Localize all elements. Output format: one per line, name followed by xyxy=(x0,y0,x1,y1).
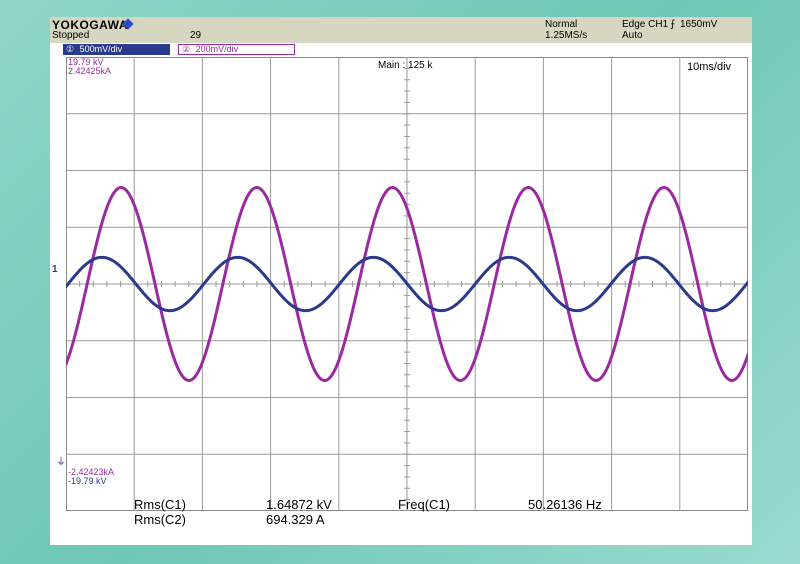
ch2-bottom-limit: -19.79 kV xyxy=(68,476,107,486)
ch1-scale: 500mV/div xyxy=(79,44,123,54)
status-bar: YOKOGAWA Stopped 29 Normal 1.25MS/s Edge… xyxy=(50,17,752,43)
waveform-area xyxy=(66,57,748,511)
ground-marker-small-icon: ⏚ xyxy=(56,457,66,468)
meas-freq-c1-label: Freq(C1) xyxy=(398,497,451,512)
oscilloscope-screen: YOKOGAWA Stopped 29 Normal 1.25MS/s Edge… xyxy=(50,17,752,545)
acquisition-state: Stopped xyxy=(52,30,90,41)
ch2-settings[interactable]: ② 200mV/div xyxy=(178,44,295,55)
meas-rms-c2-label: Rms(C2) xyxy=(134,512,186,527)
meas-rms-c1-label: Rms(C1) xyxy=(134,497,186,512)
ch2-scale: 200mV/div xyxy=(195,44,239,54)
ground-level-marker[interactable]: 1 xyxy=(52,264,58,275)
meas-freq-c1-value: 50.26136 Hz xyxy=(528,497,602,512)
acquisition-count: 29 xyxy=(190,30,202,41)
meas-rms-c2-value: 694.329 A xyxy=(266,512,325,527)
zoom-label: Main : 125 k xyxy=(378,60,433,71)
channel-settings-row: ① 500mV/div ② 200mV/div xyxy=(50,43,752,56)
trigger-slope-icon: ⨍ xyxy=(670,19,676,30)
sample-rate: 1.25MS/s xyxy=(545,30,588,41)
trigger-mode: Auto xyxy=(622,30,643,41)
ch1-top-limit: 2.42425kA xyxy=(68,66,112,76)
trigger-level: 1650mV xyxy=(680,19,718,30)
ch2-circle-icon: ② xyxy=(182,44,191,54)
waveform-plot xyxy=(66,57,748,511)
ch1-settings[interactable]: ① 500mV/div xyxy=(63,44,170,55)
meas-rms-c1-value: 1.64872 kV xyxy=(266,497,332,512)
timebase-label: 10ms/div xyxy=(687,61,732,73)
ch1-circle-icon: ① xyxy=(66,44,75,54)
